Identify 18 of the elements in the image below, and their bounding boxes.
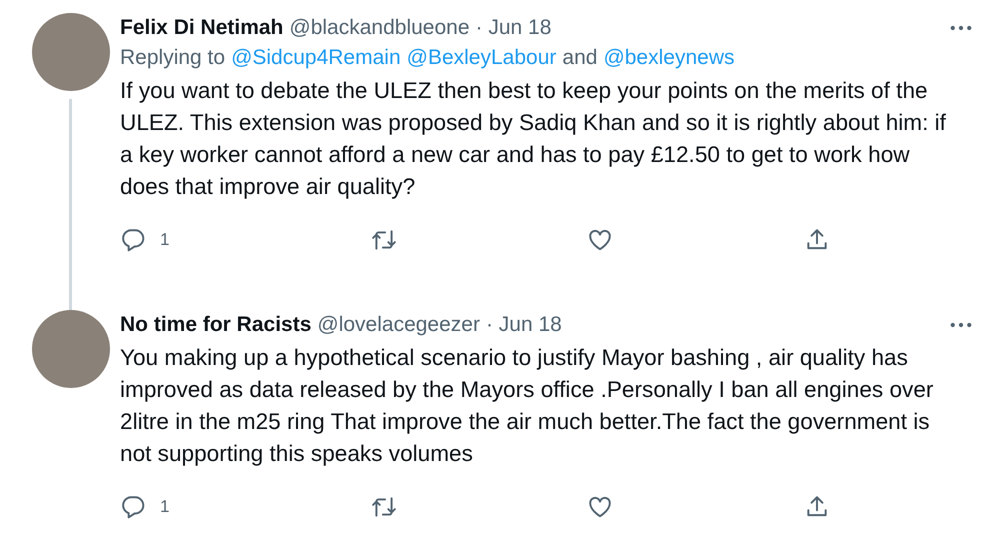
conjunction-text: and: [562, 46, 598, 70]
tweet-text: If you want to debate the ULEZ then best to keep your points on the merits of the ULEZ. This extension was proposed by Sadiq Khan and so it is rightly about him: if a key worker cannot afford a new car and has to pay £12.50 to get to work how does that improve air quality?: [120, 77, 947, 201]
user-handle[interactable]: @blackandblueone: [289, 16, 470, 40]
reply-icon[interactable]: [120, 494, 146, 520]
reply-count: 1: [160, 230, 170, 250]
like-icon[interactable]: [587, 494, 614, 520]
tweet-text: You making up a hypothetical scenario to justify Mayor bashing , air quality has improved as data released by the Mayors office .Personally I ban all engines over 2litre in the m25 ring That improve the air much better.The fact the government is not supporting this speaks volumes: [120, 344, 934, 468]
display-name[interactable]: Felix Di Netimah: [120, 16, 284, 40]
more-icon[interactable]: [950, 25, 972, 31]
reply-icon[interactable]: [120, 227, 146, 253]
tweet-date[interactable]: · Jun 18: [486, 313, 562, 337]
tweet-date[interactable]: · Jun 18: [476, 16, 552, 40]
reply-count: 1: [160, 497, 170, 517]
display-name[interactable]: No time for Racists: [120, 313, 312, 337]
replying-label: Replying to: [120, 46, 226, 70]
more-icon[interactable]: [950, 322, 972, 328]
like-icon[interactable]: [587, 227, 614, 253]
user-handle[interactable]: @lovelacegeezer: [317, 313, 480, 337]
